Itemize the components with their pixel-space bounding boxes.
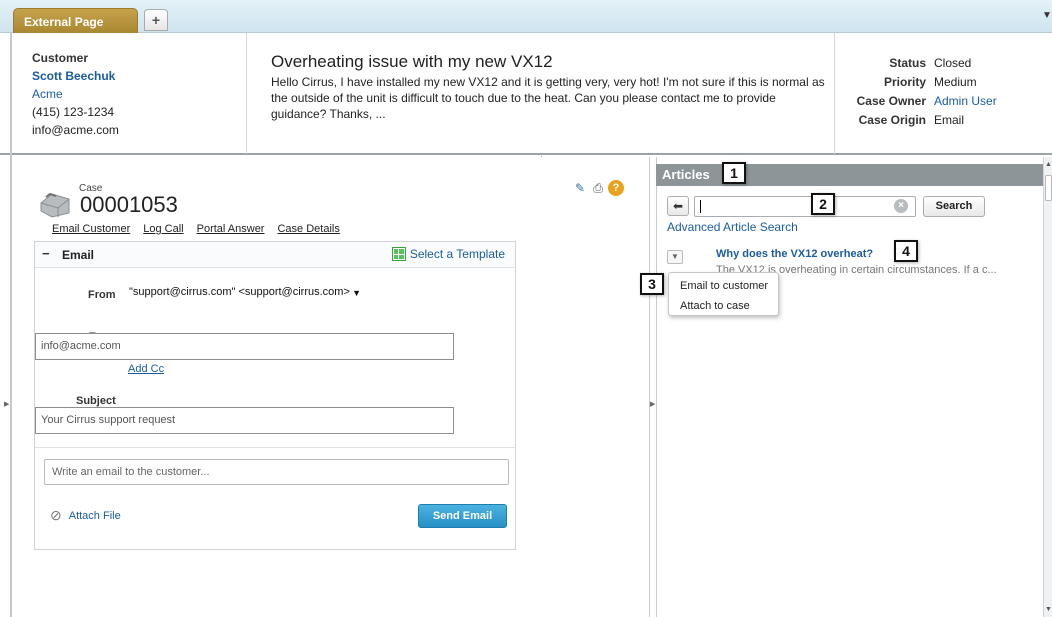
email-body-input[interactable]: Write an email to the customer...: [44, 459, 509, 485]
customer-name-link[interactable]: Scott Beechuk: [32, 69, 242, 83]
back-arrow-icon[interactable]: ⬅: [667, 196, 689, 216]
from-value: "support@cirrus.com" <support@cirrus.com…: [129, 286, 350, 298]
select-template-link[interactable]: Select a Template: [391, 247, 505, 261]
case-origin-row: Case Origin Email: [842, 113, 1042, 132]
email-panel-header: − Email Select a Template: [35, 242, 515, 268]
customer-phone: (415) 123-1234: [32, 105, 115, 119]
clear-search-icon[interactable]: ×: [894, 199, 908, 213]
dropdown-caret-icon: ▼: [352, 288, 361, 298]
case-owner-row: Case Owner Admin User: [842, 94, 1042, 113]
article-search-input[interactable]: [694, 196, 916, 217]
expand-left-icon[interactable]: ▶: [4, 400, 10, 410]
priority-label: Priority: [883, 75, 926, 89]
advanced-article-search-link[interactable]: Advanced Article Search: [667, 220, 798, 234]
scroll-up-icon[interactable]: ▲: [1045, 161, 1052, 168]
email-panel-title: Email: [62, 248, 95, 262]
paperclip-icon: ⊘: [50, 507, 62, 523]
article-actions-menu: Email to customer Attach to case: [668, 272, 779, 316]
tab-external-page[interactable]: External Page: [13, 8, 138, 34]
scroll-down-icon[interactable]: ▼: [1045, 606, 1052, 613]
case-owner-link[interactable]: Admin User: [934, 94, 997, 113]
case-number: 00001053: [80, 192, 178, 217]
print-icon[interactable]: ⎙: [590, 180, 606, 196]
composer-divider: [35, 447, 515, 448]
send-email-button[interactable]: Send Email: [418, 504, 507, 528]
callout-4: 4: [894, 240, 918, 262]
email-customer-link[interactable]: Email Customer: [52, 223, 130, 235]
text-cursor: [700, 200, 701, 213]
priority-value: Medium: [934, 75, 977, 89]
case-subject: Overheating issue with my new VX12 Hello…: [271, 52, 826, 122]
tab-bar: External Page + ▼: [0, 0, 1052, 34]
attach-file-label: Attach File: [68, 509, 121, 522]
customer-label: Customer: [32, 51, 89, 65]
customer-email: info@acme.com: [32, 123, 119, 137]
callout-1: 1: [722, 162, 746, 184]
customer-info: Customer Scott Beechuk Acme (415) 123-12…: [32, 51, 242, 141]
case-origin-value: Email: [934, 113, 965, 127]
attach-file-link[interactable]: ⊘ Attach File: [50, 507, 121, 524]
case-header: Customer Scott Beechuk Acme (415) 123-12…: [0, 33, 1052, 617]
select-template-label: Select a Template: [409, 247, 505, 261]
status-row: Status Closed: [842, 56, 1042, 75]
case-status-fields: Status Closed Priority Medium Case Owner…: [842, 56, 1042, 132]
menu-item-attach-to-case[interactable]: Attach to case: [680, 296, 778, 316]
header-divider: [834, 33, 835, 154]
add-tab-button[interactable]: +: [144, 9, 168, 31]
articles-scrollbar[interactable]: ▲ ▼: [1043, 157, 1052, 617]
tab-menu-icon[interactable]: ▼: [1042, 10, 1052, 24]
portal-answer-link[interactable]: Portal Answer: [197, 223, 265, 235]
case-owner-label: Case Owner: [856, 94, 926, 108]
callout-2: 2: [811, 193, 835, 215]
articles-header: Articles: [656, 164, 1043, 186]
subject-label: Subject: [76, 395, 116, 407]
article-title-link[interactable]: Why does the VX12 overheat?: [716, 248, 873, 260]
case-origin-label: Case Origin: [858, 113, 926, 127]
case-subject-title: Overheating issue with my new VX12: [271, 52, 553, 71]
case-details-link[interactable]: Case Details: [277, 223, 339, 235]
edit-icon[interactable]: ✎: [572, 180, 588, 196]
from-select[interactable]: "support@cirrus.com" <support@cirrus.com…: [125, 282, 365, 304]
article-actions-dropdown-icon[interactable]: ▼: [667, 250, 683, 264]
menu-item-email-to-customer[interactable]: Email to customer: [680, 276, 778, 296]
header-divider: [246, 33, 247, 154]
case-description: Hello Cirrus, I have installed my new VX…: [271, 75, 825, 121]
case-toolbar: ✎ ⎙ ?: [572, 180, 624, 196]
log-call-link[interactable]: Log Call: [143, 223, 183, 235]
collapse-icon[interactable]: −: [42, 247, 54, 260]
search-button[interactable]: Search: [923, 196, 985, 217]
to-field[interactable]: info@acme.com: [35, 333, 454, 360]
customer-account-link[interactable]: Acme: [32, 87, 242, 101]
status-label: Status: [889, 56, 926, 70]
help-icon[interactable]: ?: [608, 180, 624, 196]
subject-field[interactable]: Your Cirrus support request: [35, 407, 454, 434]
callout-3: 3: [640, 273, 664, 295]
scroll-thumb[interactable]: [1045, 175, 1052, 201]
add-cc-link[interactable]: Add Cc: [128, 363, 164, 375]
from-label: From: [88, 289, 116, 301]
case-actions: Email Customer Log Call Portal Answer Ca…: [52, 223, 340, 235]
status-value: Closed: [934, 56, 972, 70]
priority-row: Priority Medium: [842, 75, 1042, 94]
template-icon: [391, 247, 406, 261]
case-briefcase-icon: [40, 192, 70, 218]
